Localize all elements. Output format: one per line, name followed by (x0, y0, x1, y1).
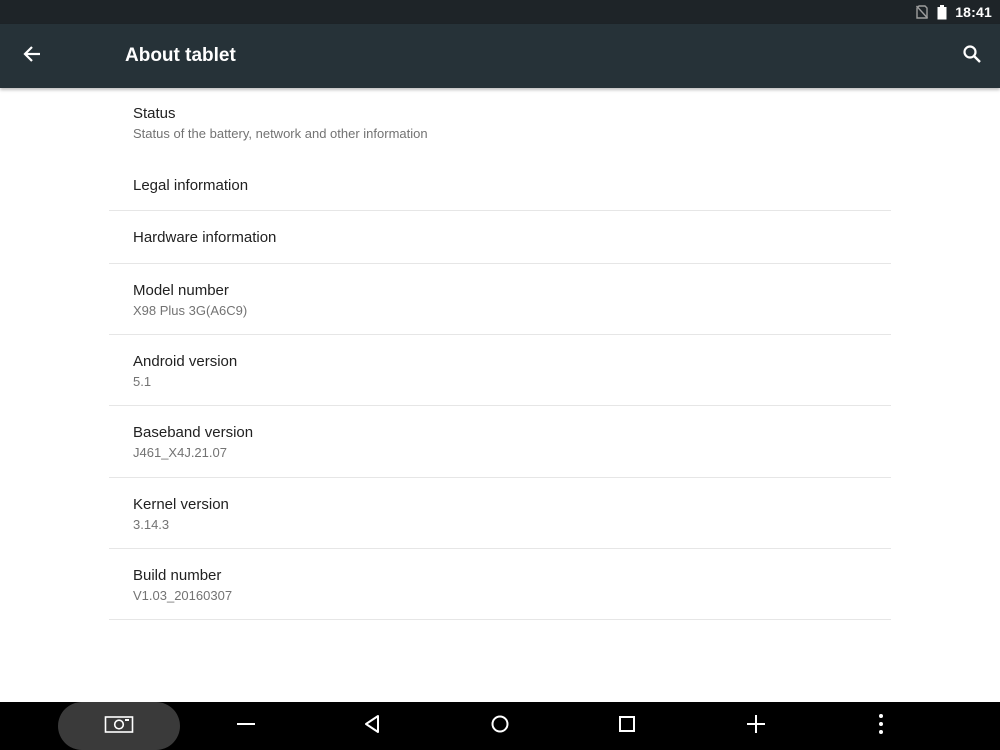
item-title: Baseband version (133, 424, 254, 441)
item-title: Legal information (133, 177, 249, 194)
home-circle-icon (490, 714, 510, 739)
page-title: About tablet (125, 45, 236, 66)
back-nav-button[interactable] (353, 702, 393, 750)
item-title: Build number (133, 567, 222, 584)
screen: 18:41 About tablet Status Status of the … (0, 0, 1000, 750)
volume-up-icon (746, 714, 766, 739)
list-item-baseband-version[interactable]: Baseband version J461_X4J.21.07 (109, 406, 891, 478)
search-button[interactable] (952, 36, 992, 76)
item-summary: Status of the battery, network and other… (133, 126, 428, 141)
item-title: Model number (133, 282, 229, 299)
status-icons: 18:41 (915, 0, 992, 24)
settings-list: Status Status of the battery, network an… (109, 88, 891, 620)
item-title: Android version (133, 353, 238, 370)
home-button[interactable] (480, 702, 520, 750)
status-bar: 18:41 (0, 0, 1000, 24)
navigation-bar (0, 702, 1000, 750)
volume-down-button[interactable] (226, 702, 266, 750)
list-item-android-version[interactable]: Android version 5.1 (109, 335, 891, 406)
more-vert-icon (877, 713, 885, 740)
volume-up-button[interactable] (736, 702, 776, 750)
item-summary: X98 Plus 3G(A6C9) (133, 303, 248, 318)
list-item-status[interactable]: Status Status of the battery, network an… (109, 88, 891, 160)
volume-down-icon (236, 714, 256, 739)
arrow-back-icon (22, 44, 42, 69)
list-item-kernel-version[interactable]: Kernel version 3.14.3 (109, 478, 891, 549)
item-summary: 3.14.3 (133, 517, 170, 532)
item-summary: J461_X4J.21.07 (133, 445, 227, 460)
status-time: 18:41 (955, 4, 992, 20)
battery-icon (935, 4, 949, 20)
more-button[interactable] (861, 702, 901, 750)
recents-square-icon (617, 714, 637, 739)
item-title: Hardware information (133, 229, 277, 246)
item-summary: 5.1 (133, 374, 152, 389)
back-triangle-icon (363, 714, 383, 739)
app-bar: About tablet (0, 24, 1000, 88)
item-title: Status (133, 105, 176, 122)
recents-button[interactable] (607, 702, 647, 750)
list-item-build-number[interactable]: Build number V1.03_20160307 (109, 549, 891, 620)
no-sim-icon (915, 4, 929, 20)
list-item-model-number[interactable]: Model number X98 Plus 3G(A6C9) (109, 264, 891, 335)
search-icon (962, 44, 982, 69)
list-item-legal-information[interactable]: Legal information (109, 160, 891, 211)
list-item-hardware-information[interactable]: Hardware information (109, 211, 891, 264)
back-button[interactable] (12, 36, 52, 76)
screenshot-icon (104, 714, 134, 739)
item-title: Kernel version (133, 496, 229, 513)
screenshot-button[interactable] (58, 702, 180, 750)
item-summary: V1.03_20160307 (133, 588, 233, 603)
